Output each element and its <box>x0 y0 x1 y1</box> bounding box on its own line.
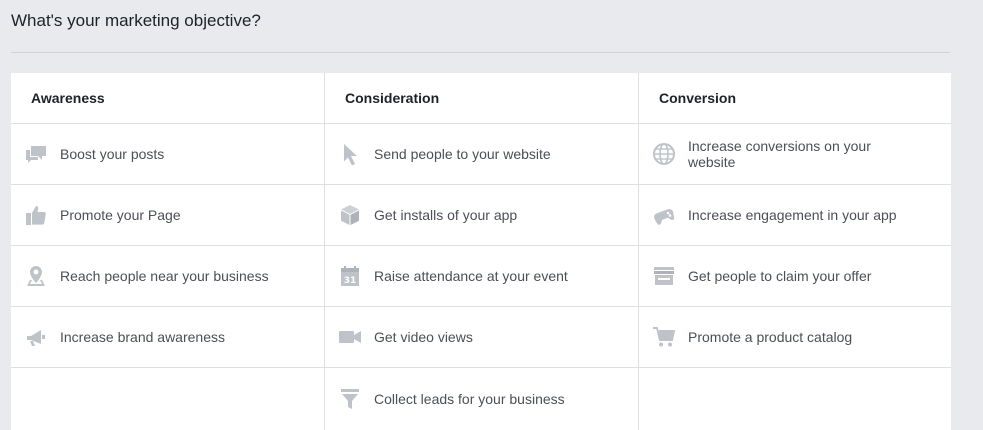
objective-website-traffic[interactable]: Send people to your website <box>325 124 638 185</box>
objective-label: Get installs of your app <box>374 207 518 223</box>
cursor-icon <box>338 142 362 166</box>
megaphone-icon <box>24 325 48 349</box>
video-camera-icon <box>338 325 362 349</box>
globe-icon <box>652 142 676 166</box>
column-header-conversion: Conversion <box>639 73 951 124</box>
objective-label: Increase conversions on your website <box>688 138 871 170</box>
column-awareness: Awareness Boost your posts Promote your … <box>11 73 325 430</box>
column-consideration: Consideration Send people to your websit… <box>325 73 639 430</box>
empty-cell <box>11 368 324 429</box>
objective-label: Get people to claim your offer <box>688 268 872 284</box>
objective-reach-nearby[interactable]: Reach people near your business <box>11 246 324 307</box>
box-icon <box>338 203 362 227</box>
column-header-consideration: Consideration <box>325 73 638 124</box>
shopping-cart-icon <box>652 325 676 349</box>
objective-event-responses[interactable]: 31 Raise attendance at your event <box>325 246 638 307</box>
objective-label: Increase engagement in your app <box>688 207 897 223</box>
calendar-icon: 31 <box>338 264 362 288</box>
title-divider <box>11 52 950 53</box>
speech-bubbles-icon <box>24 142 48 166</box>
thumbs-up-icon <box>24 203 48 227</box>
objective-offer-claims[interactable]: Get people to claim your offer <box>639 246 951 307</box>
empty-cell <box>639 368 951 429</box>
column-header-awareness: Awareness <box>11 73 324 124</box>
objective-boost-posts[interactable]: Boost your posts <box>11 124 324 185</box>
funnel-icon <box>338 387 362 411</box>
objective-label: Send people to your website <box>374 146 551 162</box>
objective-product-catalog[interactable]: Promote a product catalog <box>639 307 951 368</box>
page-title: What's your marketing objective? <box>11 11 261 30</box>
objective-label: Promote your Page <box>60 207 181 223</box>
objective-label: Get video views <box>374 329 473 345</box>
objective-label: Collect leads for your business <box>374 390 565 407</box>
objective-lead-generation[interactable]: Collect leads for your business <box>325 368 638 429</box>
objective-video-views[interactable]: Get video views <box>325 307 638 368</box>
objective-app-engagement[interactable]: Increase engagement in your app <box>639 185 951 246</box>
map-pin-icon <box>24 264 48 288</box>
objective-grid: Awareness Boost your posts Promote your … <box>11 73 951 430</box>
objective-label: Raise attendance at your event <box>374 268 568 284</box>
storefront-icon <box>652 264 676 288</box>
objective-label: Boost your posts <box>60 146 165 162</box>
objective-app-installs[interactable]: Get installs of your app <box>325 185 638 246</box>
objective-promote-page[interactable]: Promote your Page <box>11 185 324 246</box>
objective-label: Promote a product catalog <box>688 329 853 345</box>
gamepad-icon <box>652 203 676 227</box>
column-conversion: Conversion Increase conversions on your … <box>639 73 951 430</box>
calendar-icon-day: 31 <box>344 276 357 286</box>
objective-brand-awareness[interactable]: Increase brand awareness <box>11 307 324 368</box>
objective-label: Increase brand awareness <box>60 329 225 345</box>
objective-label: Reach people near your business <box>60 268 269 284</box>
objective-website-conversions[interactable]: Increase conversions on your website <box>639 124 951 185</box>
